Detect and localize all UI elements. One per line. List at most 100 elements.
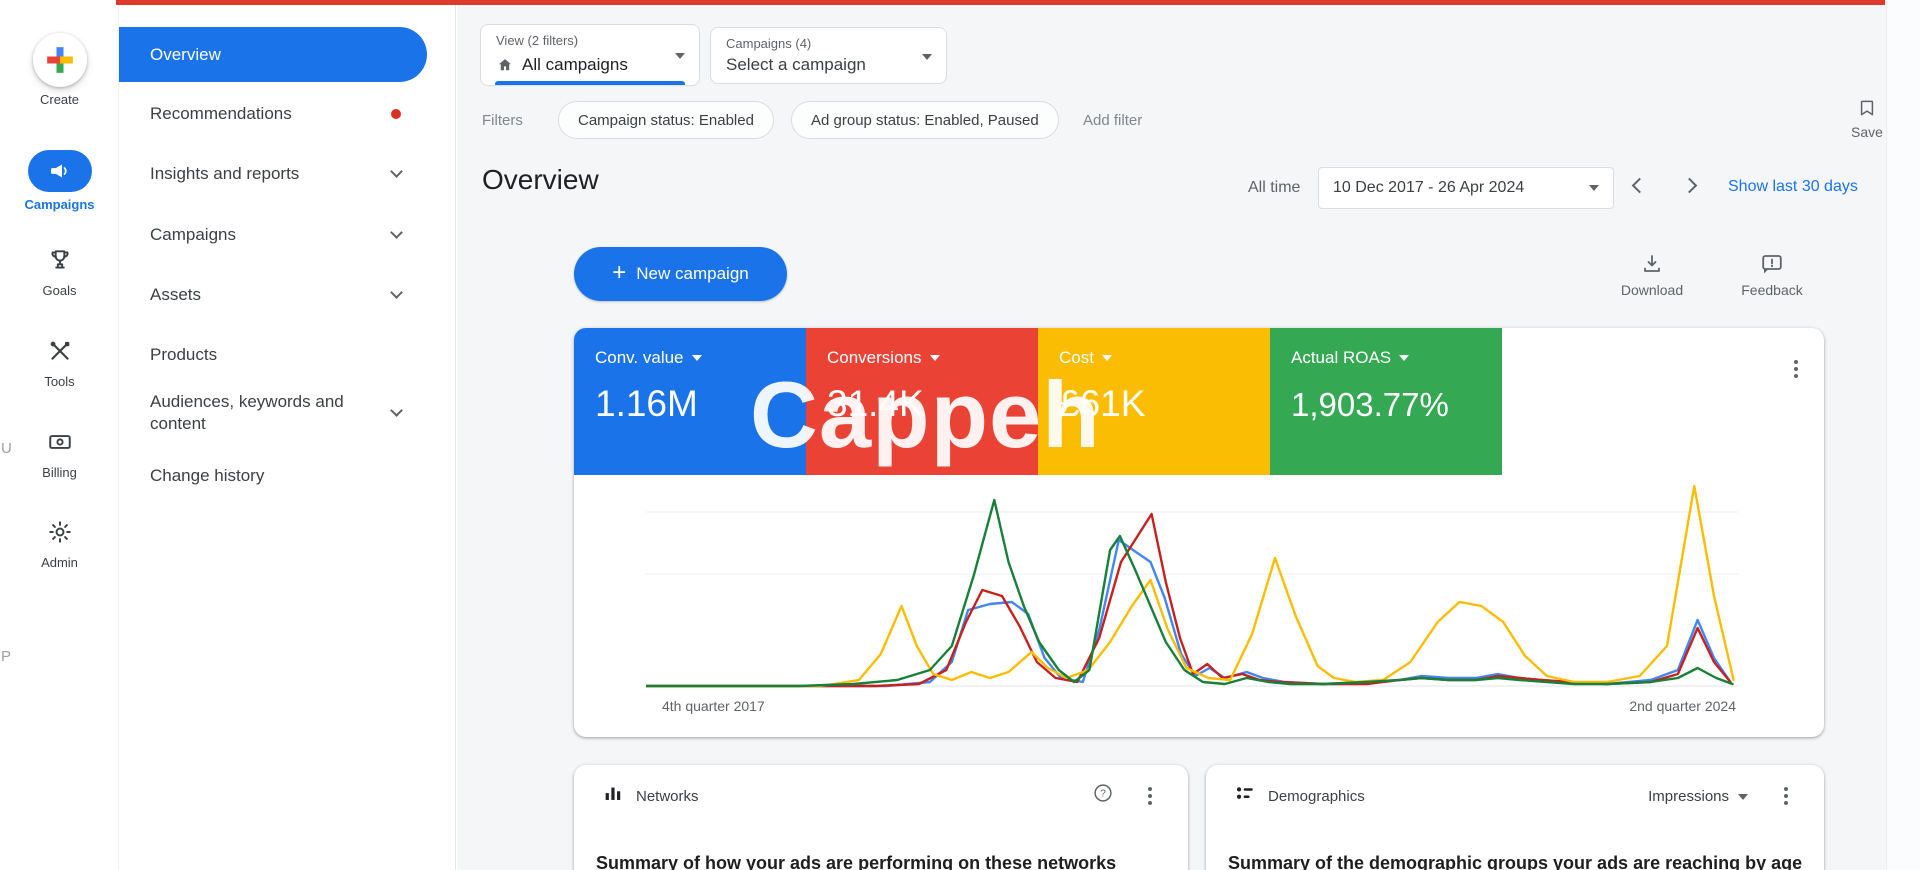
sidebar-item-change-history[interactable]: Change history [119,454,455,498]
feedback-button[interactable]: Feedback [1726,252,1818,298]
demographics-card-header: Demographics Impressions [1206,779,1824,815]
performance-chart-svg [646,478,1738,690]
create-button[interactable] [33,33,87,87]
metric-value: 1,903.77% [1291,386,1502,424]
sidebar-item-label: Campaigns [150,224,236,246]
rail-item-goals[interactable]: Goals [0,247,119,298]
rail-item-admin[interactable]: Admin [0,519,119,570]
active-view-underline [495,81,685,85]
sidebar-item-label: Products [150,344,217,366]
sidebar-item-audiences-keywords-content[interactable]: Audiences, keywords and content [119,382,455,444]
campaigns-icon-pill [28,150,92,192]
download-button[interactable]: Download [1606,252,1698,298]
feedback-label: Feedback [1726,282,1818,298]
dropdown-arrow-icon [692,355,702,361]
rail-item-create[interactable]: Create [0,33,119,107]
metric-tabs: Conv. value 1.16M Conversions 31.4K Cost… [574,328,1502,475]
add-filter-button[interactable]: Add filter [1083,112,1142,129]
save-label: Save [1838,124,1896,140]
demographics-metric-selector[interactable]: Impressions [1648,788,1748,805]
left-nav-rail: Create Campaigns Goals [0,0,119,870]
recording-border [116,0,1885,5]
home-icon [496,56,514,74]
performance-chart: 4th quarter 2017 2nd quarter 2024 [646,478,1738,728]
download-label: Download [1606,282,1698,298]
chevron-down-icon [390,226,403,239]
google-ads-app: Create Campaigns Goals [0,0,1920,870]
date-prev-button[interactable] [1634,180,1645,191]
demographics-card-menu-button[interactable] [1784,787,1788,805]
view-selector[interactable]: View (2 filters) All campaigns [480,24,700,86]
sidebar-item-label: Audiences, keywords and content [150,391,363,435]
filter-chip-label: Campaign status: Enabled [578,112,754,129]
campaign-selector[interactable]: Campaigns (4) Select a campaign [710,27,947,84]
rail-item-tools[interactable]: Tools [0,338,119,389]
feedback-icon [1760,252,1784,276]
metric-conversions[interactable]: Conversions 31.4K [806,328,1038,475]
networks-card-header: Networks ? [574,779,1188,815]
filter-chip-campaign-status[interactable]: Campaign status: Enabled [558,101,774,139]
sidebar-item-label: Assets [150,284,201,306]
save-bookmark-icon [1857,98,1877,118]
date-next-button[interactable] [1684,180,1695,191]
view-selector-value: All campaigns [522,55,628,75]
demographics-card-description: Summary of the demographic groups your a… [1228,853,1802,870]
sidebar-item-label: Recommendations [150,103,292,125]
rail-label-create: Create [0,92,119,107]
alert-dot [391,109,401,119]
summary-card-menu-button[interactable] [1794,360,1798,378]
bar-chart-icon [602,783,624,805]
x-axis-end-label: 2nd quarter 2024 [1629,698,1736,714]
show-last-30-days-link[interactable]: Show last 30 days [1728,178,1858,196]
metric-actual-roas[interactable]: Actual ROAS 1,903.77% [1270,328,1502,475]
sidebar-item-recommendations[interactable]: Recommendations [119,92,455,136]
new-campaign-button[interactable]: + New campaign [574,247,787,301]
download-icon [1640,252,1664,276]
demographics-card-title: Demographics [1268,788,1365,805]
sidebar-item-campaigns[interactable]: Campaigns [119,213,455,257]
sidebar-item-label: Insights and reports [150,163,299,185]
save-button[interactable]: Save [1838,98,1896,140]
sidebar-item-products[interactable]: Products [119,333,455,377]
demographics-icon [1234,783,1256,805]
gear-icon [47,519,73,545]
edge-clipped-letter: P [1,648,11,665]
sidebar-item-label: Change history [150,465,264,487]
sidebar-item-insights-and-reports[interactable]: Insights and reports [119,152,455,196]
metric-conv-value[interactable]: Conv. value 1.16M [574,328,806,475]
filters-label: Filters [482,112,523,129]
dropdown-arrow-icon [1589,185,1599,191]
chevron-down-icon [390,404,403,417]
networks-card-menu-button[interactable] [1148,787,1152,805]
sidebar-item-overview[interactable]: Overview [119,27,427,82]
rail-label-campaigns: Campaigns [0,197,119,212]
plus-multicolor-icon [46,46,74,74]
rail-label-tools: Tools [0,374,119,389]
rail-label-goals: Goals [0,283,119,298]
rail-label-billing: Billing [0,465,119,480]
chevron-down-icon [390,165,403,178]
svg-text:?: ? [1100,789,1106,800]
tools-icon [47,338,73,364]
sidebar-item-assets[interactable]: Assets [119,273,455,317]
metric-label: Conversions [827,348,922,368]
filter-chip-ad-group-status[interactable]: Ad group status: Enabled, Paused [791,101,1059,139]
campaign-selector-value: Select a campaign [726,55,866,75]
demographics-card: Demographics Impressions Summary of the … [1206,765,1824,870]
help-button[interactable]: ? [1092,782,1114,809]
rail-item-billing[interactable]: Billing [0,429,119,480]
megaphone-icon [48,159,72,183]
plus-icon: + [612,261,626,285]
sidebar-item-label: Overview [150,45,221,65]
dropdown-arrow-icon [1102,355,1112,361]
billing-icon [47,429,73,455]
metric-cost[interactable]: Cost £61K [1038,328,1270,475]
dropdown-arrow-icon [1399,355,1409,361]
metric-value: £61K [1059,383,1270,425]
dropdown-arrow-icon [1738,794,1748,800]
date-range-selector[interactable]: 10 Dec 2017 - 26 Apr 2024 [1318,167,1614,209]
metric-label: Actual ROAS [1291,348,1391,368]
metric-label: Conv. value [595,348,684,368]
rail-label-admin: Admin [0,555,119,570]
rail-item-campaigns[interactable]: Campaigns [0,150,119,212]
